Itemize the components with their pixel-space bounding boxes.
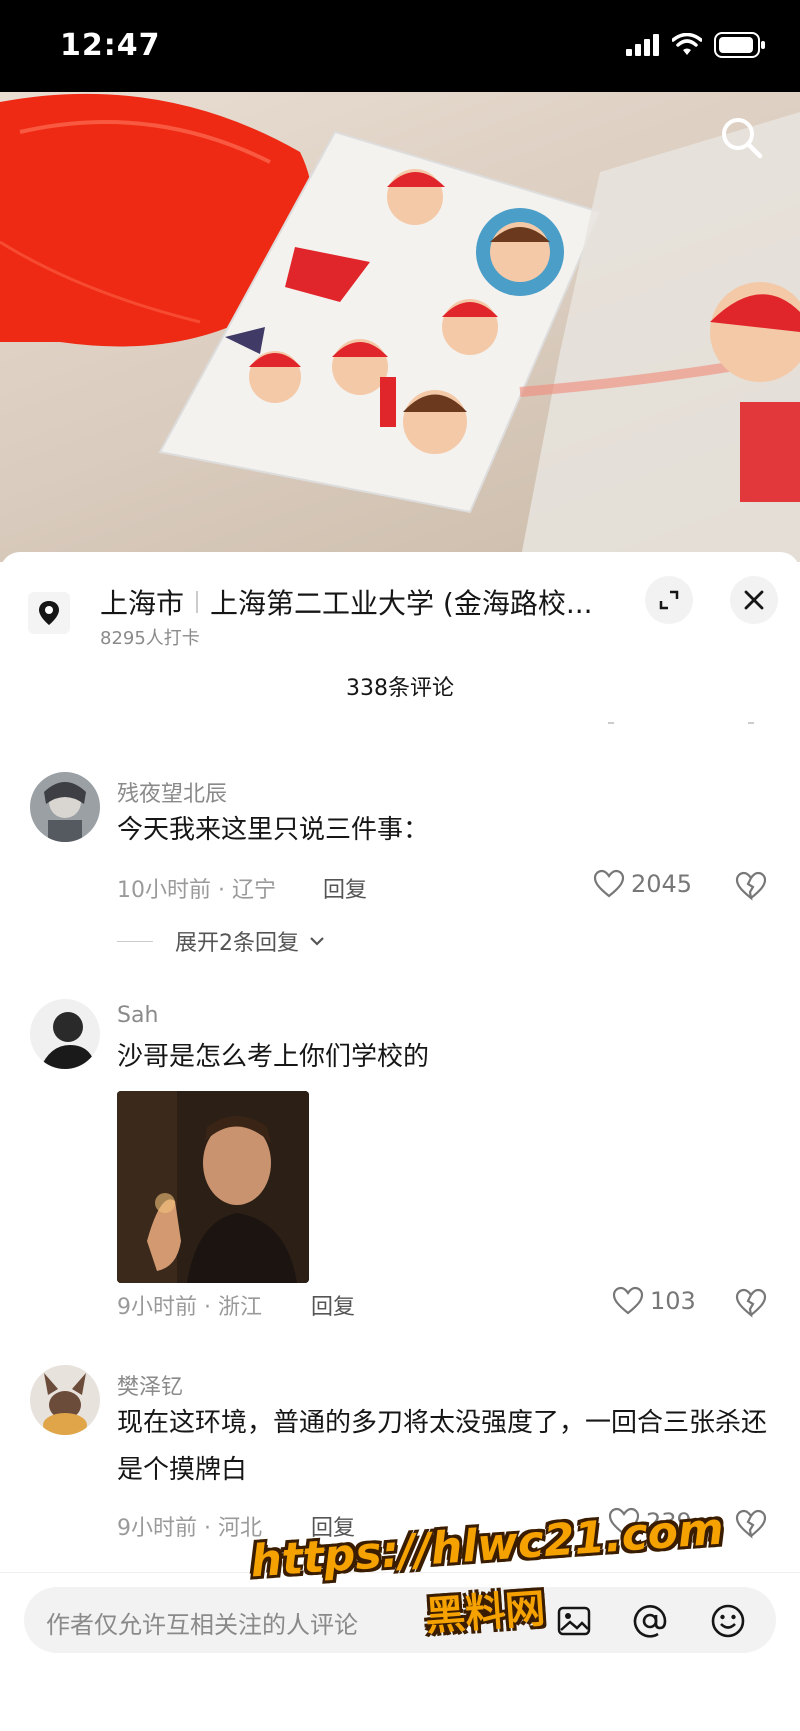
at-icon	[633, 1605, 667, 1638]
comment-username[interactable]: Sah	[117, 1003, 158, 1028]
comment-meta: 10小时前 · 辽宁	[117, 878, 276, 903]
chevron-down-icon	[310, 937, 324, 946]
comment-meta: 9小时前 · 浙江	[117, 1295, 262, 1320]
close-icon	[744, 590, 764, 610]
expand-icon	[659, 590, 679, 610]
reply-button[interactable]: 回复	[311, 1510, 355, 1542]
image-icon	[557, 1606, 591, 1636]
expand-replies-label: 展开2条回复	[175, 931, 299, 956]
battery-icon	[714, 32, 765, 58]
photo-illustration	[0, 93, 800, 562]
reply-button[interactable]: 回复	[323, 872, 367, 904]
broken-heart-icon	[735, 1509, 767, 1539]
heart-icon	[612, 1286, 644, 1315]
avatar[interactable]	[30, 772, 100, 842]
like-count: 239	[646, 1508, 692, 1536]
broken-heart-icon	[735, 871, 767, 901]
heart-icon	[608, 1507, 640, 1536]
location-separator	[196, 591, 199, 613]
comment-image[interactable]	[117, 1091, 309, 1283]
comment-input-placeholder: 作者仅允许互相关注的人评论	[46, 1611, 358, 1639]
heart-icon	[593, 869, 625, 898]
comment-text: 现在这环境，普通的多刀将太没强度了，一回合三张杀还是个摸牌白	[117, 1408, 768, 1485]
location-title[interactable]: 上海市 上海第二工业大学 (金海路校...	[100, 582, 593, 622]
like-button[interactable]: 103	[612, 1286, 696, 1316]
comment-meta: 9小时前 · 河北	[117, 1516, 262, 1541]
divider-dot	[608, 722, 614, 724]
comment-count: 338条评论	[346, 676, 454, 701]
avatar[interactable]	[30, 1365, 100, 1435]
comment-username[interactable]: 樊泽钇	[117, 1369, 183, 1401]
dislike-button[interactable]	[735, 1508, 767, 1540]
search-icon	[722, 118, 763, 159]
reply-button[interactable]: 回复	[311, 1289, 355, 1321]
signal-icon	[626, 34, 659, 56]
search-button[interactable]	[714, 110, 770, 166]
like-button[interactable]: 2045	[593, 869, 692, 899]
expand-line	[117, 940, 153, 942]
divider-dot	[748, 722, 754, 724]
expand-replies-button[interactable]: 展开2条回复	[117, 925, 325, 957]
broken-heart-icon	[735, 1288, 767, 1318]
status-icons	[626, 32, 766, 58]
comment-input[interactable]: 作者仅允许互相关注的人评论	[24, 1587, 776, 1653]
location-checkins: 8295人打卡	[100, 628, 200, 649]
wifi-icon	[672, 33, 702, 55]
like-count: 2045	[631, 870, 693, 898]
comment-input-bar: 作者仅允许互相关注的人评论	[0, 1572, 800, 1731]
post-photo[interactable]	[0, 92, 800, 562]
dislike-button[interactable]	[735, 1287, 767, 1319]
dislike-button[interactable]	[735, 870, 767, 902]
comment-text: 沙哥是怎么考上你们学校的	[117, 1042, 430, 1072]
location-city: 上海市	[100, 587, 185, 620]
status-bar: 12:47	[0, 0, 800, 92]
like-count: 103	[650, 1287, 696, 1315]
comment-text: 今天我来这里只说三件事：	[117, 815, 430, 845]
like-button[interactable]: 239	[608, 1507, 692, 1537]
location-pin-icon	[28, 592, 70, 634]
comments-sheet: 上海市 上海第二工业大学 (金海路校... 8295人打卡 338条评论 残夜望…	[0, 552, 800, 1731]
image-button[interactable]	[556, 1603, 592, 1639]
close-button[interactable]	[730, 576, 778, 624]
mention-button[interactable]	[632, 1603, 668, 1639]
emoji-button[interactable]	[710, 1603, 746, 1639]
emoji-icon	[711, 1604, 745, 1638]
status-time: 12:47	[60, 28, 161, 63]
expand-button[interactable]	[645, 576, 693, 624]
location-place: 上海第二工业大学 (金海路校...	[210, 587, 593, 620]
comment-username[interactable]: 残夜望北辰	[117, 776, 227, 808]
avatar[interactable]	[30, 999, 100, 1069]
